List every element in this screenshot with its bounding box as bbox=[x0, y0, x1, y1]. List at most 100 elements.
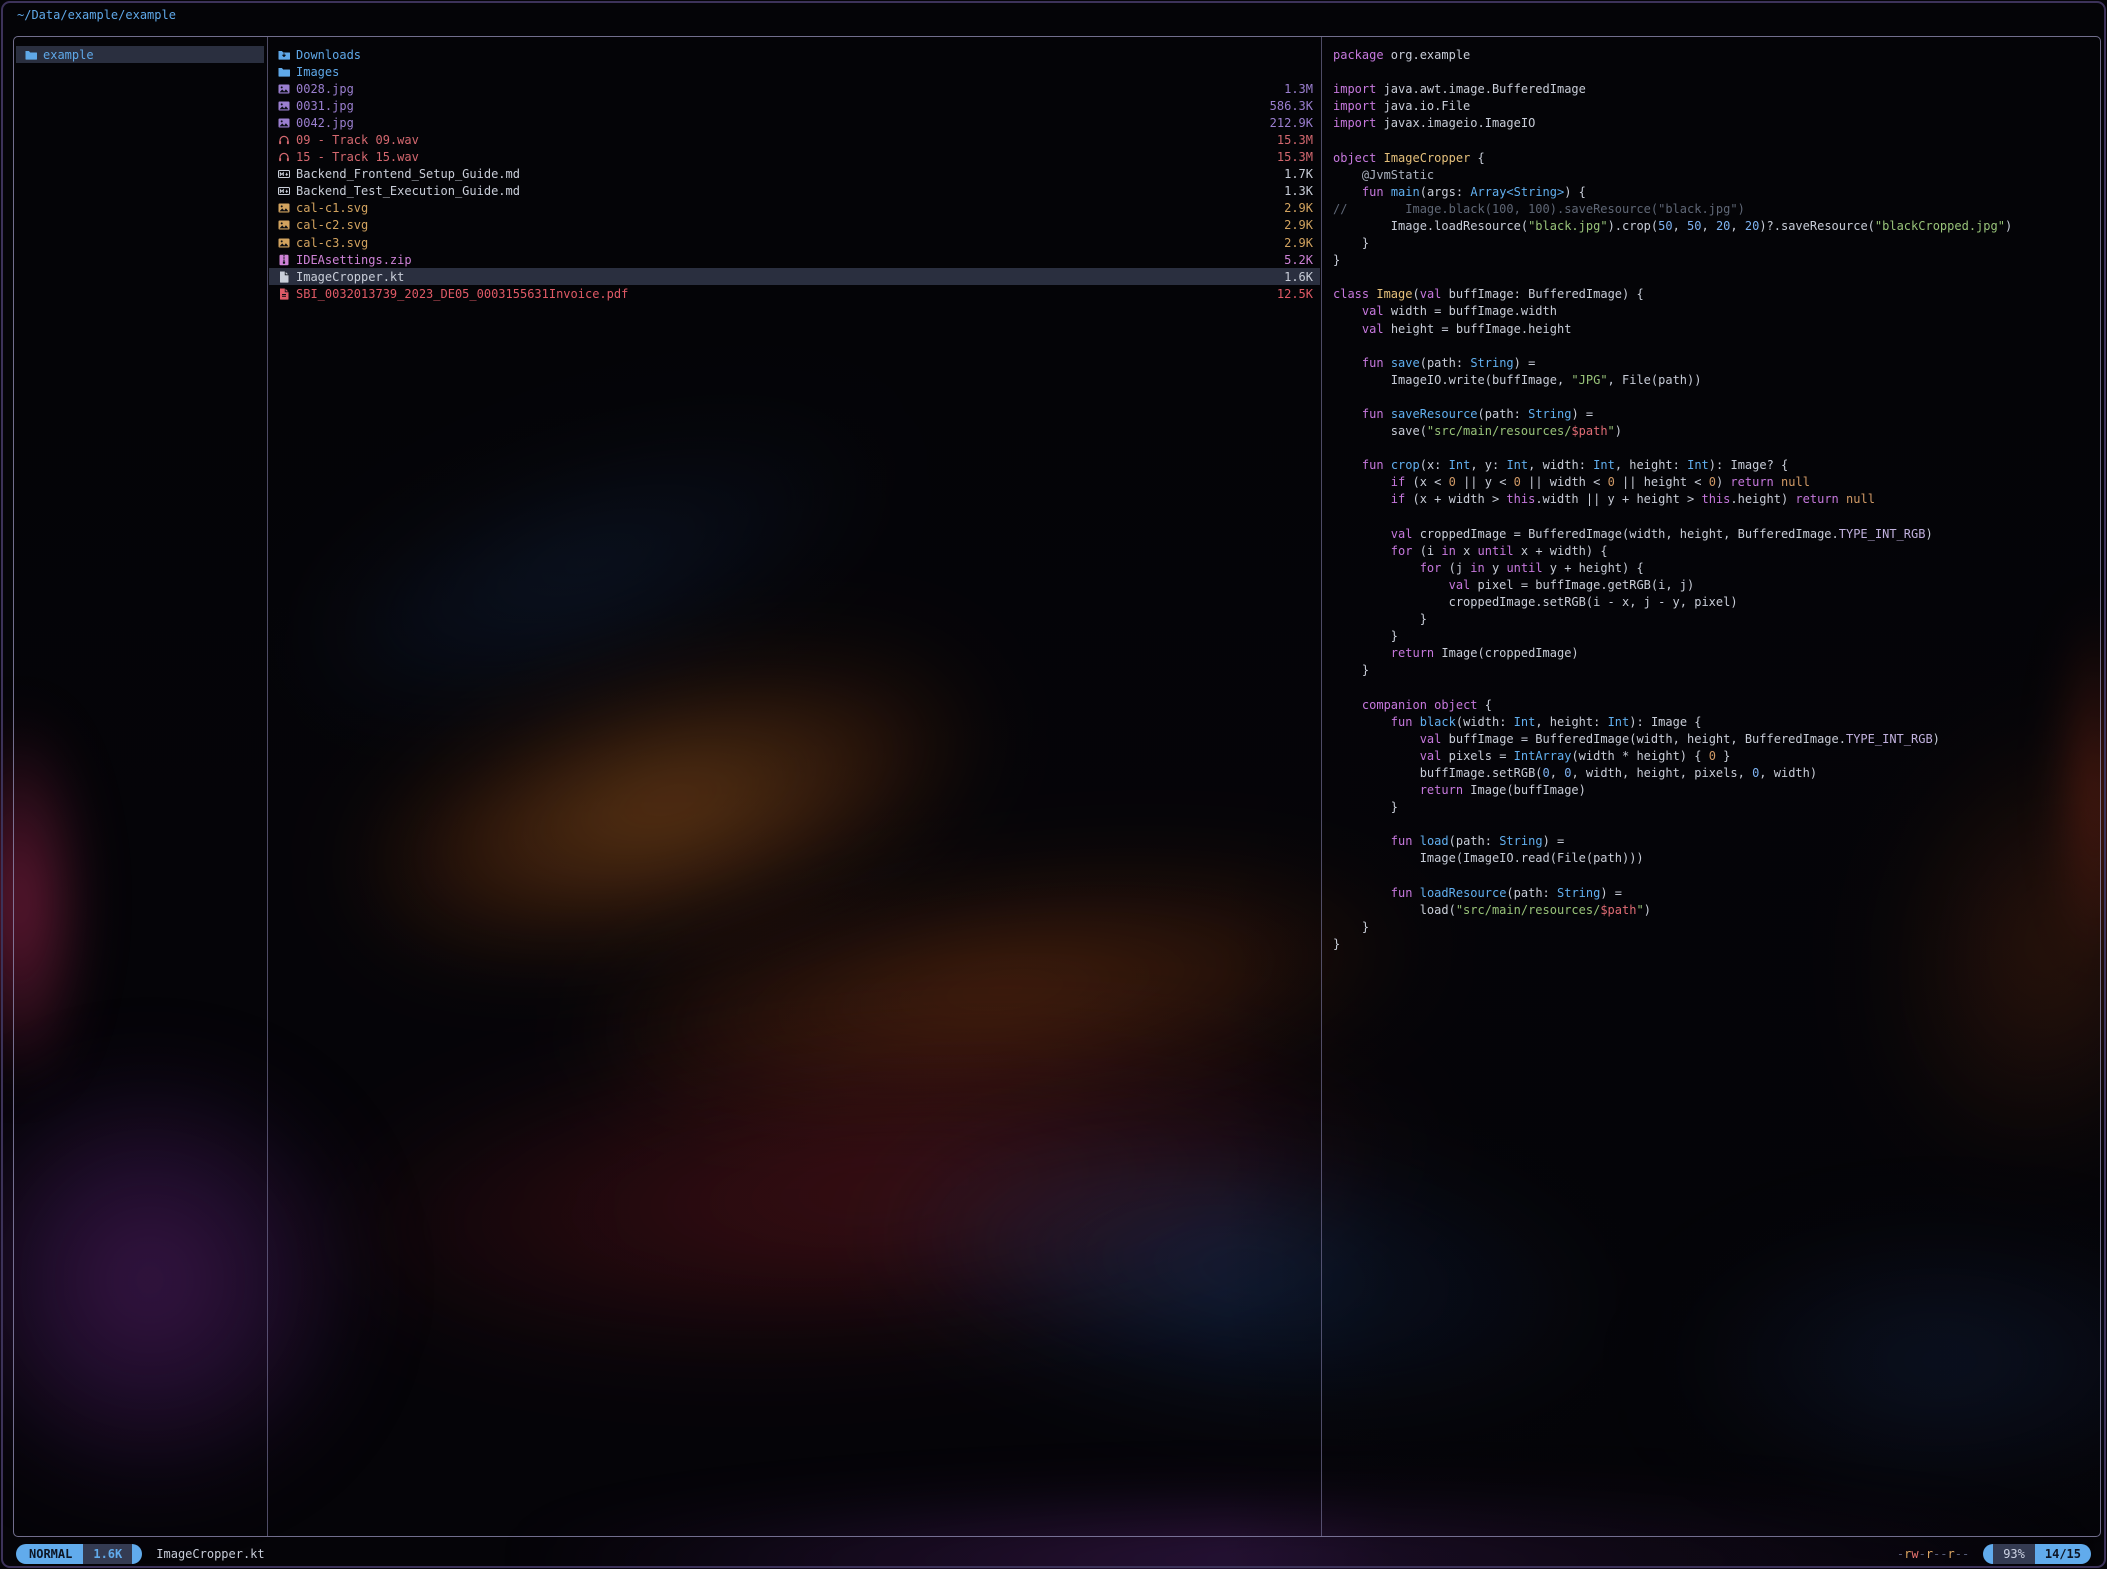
current-path-title: ~/Data/example/example bbox=[17, 8, 176, 22]
code-line: package org.example bbox=[1333, 47, 2093, 64]
file-size: 15.3M bbox=[1277, 133, 1313, 147]
file-name: Downloads bbox=[296, 48, 361, 62]
file-name: example bbox=[43, 48, 94, 62]
code-line: fun loadResource(path: String) = bbox=[1333, 885, 2093, 902]
file-row[interactable]: 0028.jpg 1.3M bbox=[269, 80, 1320, 97]
file-row[interactable]: Backend_Test_Execution_Guide.md 1.3K bbox=[269, 183, 1320, 200]
file-row[interactable]: 0031.jpg586.3K bbox=[269, 97, 1320, 114]
file-name: cal-c3.svg bbox=[296, 236, 368, 250]
current-directory-pane: Downloads Images 0028.jpg 1.3M0031.jpg586.3… bbox=[269, 46, 1320, 302]
code-line bbox=[1333, 389, 2093, 406]
image-icon bbox=[278, 219, 291, 231]
code-line: fun save(path: String) = bbox=[1333, 355, 2093, 372]
code-line: return Image(croppedImage) bbox=[1333, 645, 2093, 662]
file-row[interactable]: 0042.jpg212.9K bbox=[269, 114, 1320, 131]
file-name: 0028.jpg bbox=[296, 82, 354, 96]
file-row[interactable]: 15 - Track 15.wav 15.3M bbox=[269, 149, 1320, 166]
file-row[interactable]: Images bbox=[269, 63, 1320, 80]
mode-badge: NORMAL bbox=[16, 1544, 83, 1564]
file-row[interactable]: example bbox=[16, 46, 264, 63]
code-line: } bbox=[1333, 252, 2093, 269]
folder-icon bbox=[25, 49, 38, 61]
file-row[interactable]: Backend_Frontend_Setup_Guide.md 1.7K bbox=[269, 166, 1320, 183]
file-name: Backend_Test_Execution_Guide.md bbox=[296, 184, 520, 198]
image-icon bbox=[278, 117, 291, 129]
kotlin-icon bbox=[278, 271, 291, 283]
file-row[interactable]: 09 - Track 09.wav15.3M bbox=[269, 131, 1320, 148]
code-line: val width = buffImage.width bbox=[1333, 303, 2093, 320]
code-line: } bbox=[1333, 235, 2093, 252]
code-line: for (j in y until y + height) { bbox=[1333, 560, 2093, 577]
code-line bbox=[1333, 338, 2093, 355]
markdown-icon bbox=[278, 168, 291, 180]
file-row[interactable]: SBI_0032013739_2023_DE05_0003155631Invoi… bbox=[269, 285, 1320, 302]
folder-icon bbox=[278, 66, 291, 78]
code-line: val pixels = IntArray(width * height) { … bbox=[1333, 748, 2093, 765]
pdf-icon bbox=[278, 288, 291, 300]
file-size: 12.5K bbox=[1277, 287, 1313, 301]
pane-separator-left bbox=[267, 37, 268, 1536]
file-permissions: -rw-r--r-- bbox=[1897, 1547, 1969, 1561]
code-line bbox=[1333, 64, 2093, 81]
file-manager-panes: example DownloadsImages0028.jpg1.3M0031.… bbox=[13, 36, 2101, 1537]
file-name: Images bbox=[296, 65, 339, 79]
code-line: companion object { bbox=[1333, 697, 2093, 714]
file-name: 0031.jpg bbox=[296, 99, 354, 113]
file-size: 5.2K bbox=[1284, 253, 1313, 267]
file-row[interactable]: IDEAsettings.zip 5.2K bbox=[269, 251, 1320, 268]
code-line: } bbox=[1333, 799, 2093, 816]
file-name: 15 - Track 15.wav bbox=[296, 150, 419, 164]
image-icon bbox=[278, 100, 291, 112]
image-icon bbox=[278, 202, 291, 214]
code-line: save("src/main/resources/$path") bbox=[1333, 423, 2093, 440]
file-row[interactable]: cal-c2.svg2.9K bbox=[269, 217, 1320, 234]
code-line: fun black(width: Int, height: Int): Imag… bbox=[1333, 714, 2093, 731]
code-line: } bbox=[1333, 628, 2093, 645]
code-line bbox=[1333, 679, 2093, 696]
audio-icon bbox=[278, 134, 291, 146]
file-size: 1.3M bbox=[1284, 82, 1313, 96]
file-row[interactable]: cal-c3.svg 2.9K bbox=[269, 234, 1320, 251]
code-preview-pane[interactable]: package org.example import java.awt.imag… bbox=[1333, 47, 2093, 953]
code-line bbox=[1333, 269, 2093, 286]
file-size: 1.6K bbox=[1284, 270, 1313, 284]
image-icon bbox=[278, 83, 291, 95]
file-row[interactable]: Downloads bbox=[269, 46, 1320, 63]
cursor-position-badge: 14/15 bbox=[2035, 1544, 2091, 1564]
terminal-window: ~/Data/example/example example Downloads… bbox=[1, 1, 2106, 1568]
status-left-group: NORMAL 1.6K ImageCropper.kt bbox=[16, 1544, 265, 1564]
file-name: IDEAsettings.zip bbox=[296, 253, 412, 267]
file-row[interactable]: ImageCropper.kt1.6K bbox=[269, 268, 1320, 285]
code-line: if (x + width > this.width || y + height… bbox=[1333, 491, 2093, 508]
code-line: for (i in x until x + width) { bbox=[1333, 543, 2093, 560]
code-line: load("src/main/resources/$path") bbox=[1333, 902, 2093, 919]
code-line: fun main(args: Array<String>) { bbox=[1333, 184, 2093, 201]
code-line: fun saveResource(path: String) = bbox=[1333, 406, 2093, 423]
code-line: val height = buffImage.height bbox=[1333, 321, 2093, 338]
code-line bbox=[1333, 816, 2093, 833]
folder-download-icon bbox=[278, 49, 291, 61]
file-size: 1.7K bbox=[1284, 167, 1313, 181]
file-size: 1.3K bbox=[1284, 184, 1313, 198]
code-line bbox=[1333, 440, 2093, 457]
code-line: ImageIO.write(buffImage, "JPG", File(pat… bbox=[1333, 372, 2093, 389]
code-line: } bbox=[1333, 611, 2093, 628]
archive-icon bbox=[278, 254, 291, 266]
code-line: val buffImage = BufferedImage(width, hei… bbox=[1333, 731, 2093, 748]
code-line: @JvmStatic bbox=[1333, 167, 2093, 184]
file-row[interactable]: cal-c1.svg2.9K bbox=[269, 200, 1320, 217]
file-size: 15.3M bbox=[1277, 150, 1313, 164]
code-line: import java.io.File bbox=[1333, 98, 2093, 115]
file-name: Backend_Frontend_Setup_Guide.md bbox=[296, 167, 520, 181]
code-line: if (x < 0 || y < 0 || width < 0 || heigh… bbox=[1333, 474, 2093, 491]
scroll-percent-badge: 93% bbox=[1993, 1544, 2035, 1564]
code-line: import javax.imageio.ImageIO bbox=[1333, 115, 2093, 132]
code-line bbox=[1333, 132, 2093, 149]
code-line: } bbox=[1333, 936, 2093, 953]
code-line: class Image(val buffImage: BufferedImage… bbox=[1333, 286, 2093, 303]
code-line: Image(ImageIO.read(File(path))) bbox=[1333, 850, 2093, 867]
code-line: val croppedImage = BufferedImage(width, … bbox=[1333, 526, 2093, 543]
file-size: 2.9K bbox=[1284, 201, 1313, 215]
markdown-icon bbox=[278, 185, 291, 197]
file-size: 2.9K bbox=[1284, 236, 1313, 250]
